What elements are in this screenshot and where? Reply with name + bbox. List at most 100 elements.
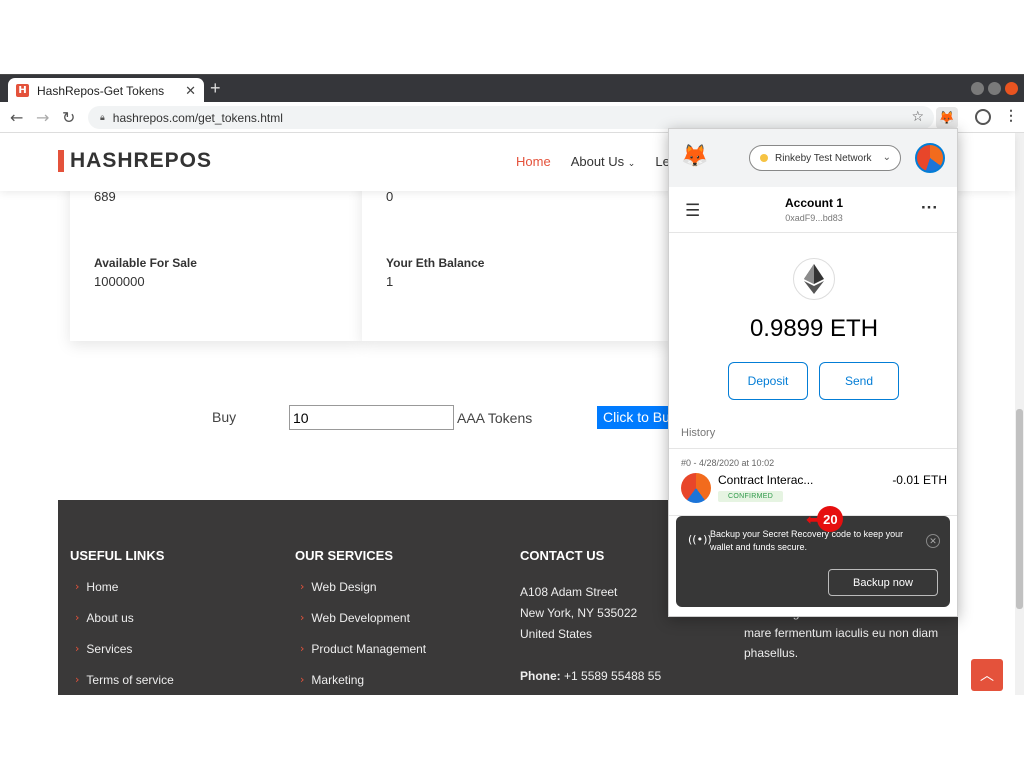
- chevron-right-icon: ›: [75, 642, 80, 655]
- close-tab-icon[interactable]: ✕: [185, 83, 196, 99]
- buy-label: Buy: [212, 409, 237, 425]
- chevron-right-icon: ›: [75, 611, 80, 624]
- scroll-to-top-button[interactable]: ︿: [971, 659, 1003, 691]
- transaction-amount: -0.01 ETH: [892, 473, 947, 487]
- stat-top-value: 0: [386, 189, 394, 204]
- site-nav: Home About Us ⌄ Le: [516, 154, 670, 169]
- footer-service-link[interactable]: › Web Design: [300, 580, 426, 611]
- logo-text: HASHREPOS: [70, 149, 213, 172]
- token-unit-label: AAA Tokens: [457, 410, 533, 426]
- stat-label: Available For Sale: [94, 256, 197, 270]
- chevron-right-icon: ›: [75, 673, 80, 686]
- profile-icon[interactable]: [975, 109, 991, 125]
- account-address[interactable]: 0xadF9...bd83: [669, 213, 957, 223]
- stats-card-sale: 689 Available For Sale 1000000: [70, 173, 362, 341]
- send-button[interactable]: Send: [819, 362, 899, 400]
- metamask-extension-icon[interactable]: 🦊: [936, 107, 958, 129]
- account-options-icon[interactable]: ···: [921, 198, 938, 218]
- page-scrollbar[interactable]: [1015, 133, 1024, 695]
- footer-contact-title: CONTACT US: [520, 548, 605, 563]
- footer-service-label: Web Design: [311, 580, 377, 594]
- back-icon[interactable]: ←: [10, 108, 23, 127]
- history-header: History: [669, 419, 957, 449]
- browser-window: H HashRepos-Get Tokens ✕ + ← → ↻ 🔒︎ hash…: [0, 74, 1024, 695]
- footer-link[interactable]: › Services: [75, 642, 174, 673]
- eth-balance: 0.9899 ETH: [749, 315, 879, 342]
- contact-info: A108 Adam Street New York, NY 535022 Uni…: [520, 582, 661, 687]
- transaction-date: #0 - 4/28/2020 at 10:02: [681, 458, 775, 468]
- stat-top-value: 689: [94, 189, 116, 204]
- contact-street: A108 Adam Street: [520, 585, 618, 599]
- chevron-right-icon: ›: [300, 580, 305, 593]
- chevron-right-icon: ›: [75, 580, 80, 593]
- stat-value: 1000000: [94, 274, 145, 289]
- step-annotation: ⬅ 20: [806, 506, 844, 532]
- ethereum-diamond-icon: [804, 264, 824, 294]
- about-line: mare fermentum iaculis eu non diam: [744, 626, 939, 640]
- footer-services-list: › Web Design › Web Development › Product Ma…: [300, 580, 426, 695]
- stat-value: 1: [386, 274, 394, 289]
- network-name: Rinkeby Test Network: [775, 152, 872, 164]
- logo-bar-icon: [58, 150, 64, 172]
- backup-now-button[interactable]: Backup now: [828, 569, 938, 596]
- nav-about[interactable]: About Us ⌄: [571, 154, 636, 169]
- chevron-up-icon: ︿: [980, 668, 994, 684]
- footer-links-title: USEFUL LINKS: [70, 548, 165, 563]
- maximize-icon[interactable]: [988, 82, 1001, 95]
- site-favicon-icon: H: [16, 84, 29, 97]
- footer-link[interactable]: › About us: [75, 611, 174, 642]
- chevron-down-icon: ⌄: [882, 152, 891, 163]
- bookmark-star-icon[interactable]: ☆: [911, 109, 924, 125]
- footer-service-link[interactable]: › Marketing: [300, 673, 426, 695]
- footer-link[interactable]: › Terms of service: [75, 673, 174, 695]
- footer-service-label: Web Development: [311, 611, 410, 625]
- deposit-button[interactable]: Deposit: [728, 362, 808, 400]
- address-bar[interactable]: 🔒︎ hashrepos.com/get_tokens.html ☆: [88, 106, 934, 129]
- reload-icon[interactable]: ↻: [62, 108, 75, 127]
- metamask-header: 🦊 Rinkeby Test Network ⌄: [669, 129, 957, 187]
- footer-services-title: OUR SERVICES: [295, 548, 394, 563]
- footer-service-label: Product Management: [311, 642, 427, 656]
- new-tab-icon[interactable]: +: [210, 78, 221, 99]
- minimize-icon[interactable]: [971, 82, 984, 95]
- contract-icon: [681, 473, 711, 503]
- url-text: hashrepos.com/get_tokens.html: [112, 110, 283, 125]
- footer-service-link[interactable]: › Web Development: [300, 611, 426, 642]
- metamask-fox-icon: 🦊: [681, 143, 709, 168]
- stats-card-balance: 0 Your Eth Balance 1: [362, 173, 668, 341]
- chevron-right-icon: ›: [300, 673, 305, 686]
- contact-phone-row: Phone: +1 5589 55488 55: [520, 666, 661, 687]
- network-selector[interactable]: Rinkeby Test Network ⌄: [749, 145, 901, 171]
- footer-links-list: › Home › About us › Services › Terms of serv…: [75, 580, 174, 695]
- token-amount-input[interactable]: [289, 405, 454, 430]
- ethereum-icon: [793, 258, 835, 300]
- account-bar: ☰ Account 1 0xadF9...bd83 ···: [669, 187, 957, 233]
- tab-title: HashRepos-Get Tokens: [37, 83, 165, 98]
- footer-link-label: About us: [86, 611, 134, 625]
- footer-link-label: Terms of service: [86, 673, 174, 687]
- phone-label: Phone:: [520, 669, 561, 683]
- browser-tab[interactable]: H HashRepos-Get Tokens ✕: [8, 78, 204, 103]
- close-notification-icon[interactable]: ✕: [926, 534, 940, 548]
- close-window-icon[interactable]: [1005, 82, 1018, 95]
- browser-menu-icon[interactable]: ⋮: [1004, 107, 1018, 124]
- footer-service-link[interactable]: › Product Management: [300, 642, 426, 673]
- nav-home[interactable]: Home: [516, 154, 551, 169]
- window-controls: [971, 82, 1018, 95]
- step-number: 20: [817, 506, 844, 532]
- site-logo[interactable]: HASHREPOS: [58, 149, 212, 173]
- footer-link-label: Services: [86, 642, 133, 656]
- nav-about-label: About Us: [570, 154, 625, 169]
- scrollbar-thumb[interactable]: [1016, 409, 1023, 609]
- transaction-name: Contract Interac...: [718, 473, 814, 487]
- broadcast-icon: ((•)): [688, 533, 712, 546]
- chevron-right-icon: ›: [300, 611, 305, 624]
- account-avatar[interactable]: [915, 143, 945, 173]
- contact-city: New York, NY 535022: [520, 606, 638, 620]
- about-line: phasellus.: [744, 646, 799, 660]
- stat-label: Your Eth Balance: [386, 256, 485, 270]
- forward-icon[interactable]: →: [36, 108, 49, 127]
- account-name[interactable]: Account 1: [669, 196, 957, 210]
- footer-link[interactable]: › Home: [75, 580, 174, 611]
- network-status-icon: [760, 154, 768, 162]
